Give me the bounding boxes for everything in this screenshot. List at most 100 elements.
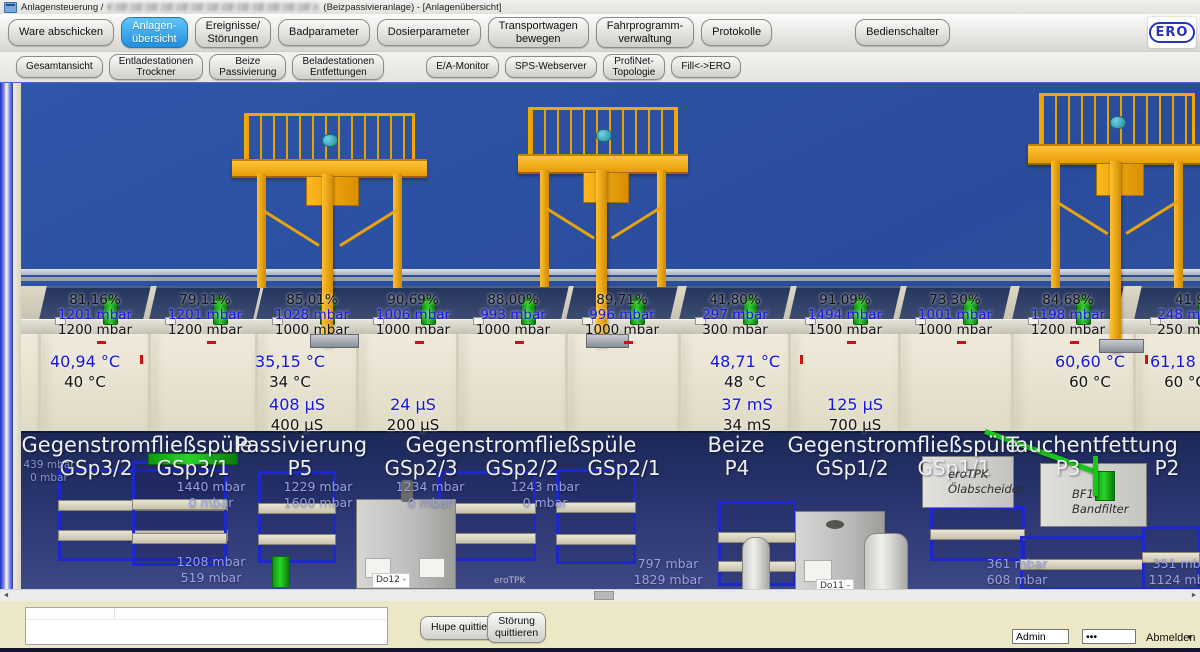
viewbar-button-sps-webserver[interactable]: SPS-Webserver: [505, 56, 597, 78]
alarm-tick: [415, 341, 424, 344]
toolbar-button-dosierparameter[interactable]: Dosierparameter: [377, 19, 481, 46]
equipment-pressure-7: 797 mbar1829 mbar: [634, 556, 703, 588]
password-field[interactable]: [1082, 629, 1136, 644]
viewbar-button-beladestationen-entfettungen[interactable]: Beladestationen Entfettungen: [292, 54, 384, 80]
station-group-title-3: Gegenstromfließspüle: [406, 433, 637, 457]
left-glow-edge: [0, 83, 13, 590]
equipment-pressure-line1: 1234 mbar: [396, 479, 465, 495]
transport-crane-2: [518, 107, 688, 287]
equipment-label-1: Do12 -: [372, 573, 410, 588]
alarm-tick: [957, 341, 966, 344]
scrollbar-right-arrow-icon[interactable]: ►: [1188, 590, 1200, 601]
crane-brace: [339, 209, 397, 247]
equipment-pressure-8: 361 mbar608 mbar: [987, 556, 1048, 588]
fill-percent: 41,9: [1130, 293, 1200, 308]
logout-dropdown-icon[interactable]: ▼: [1186, 633, 1194, 642]
toolbar-button-transportwagen-bewegen[interactable]: Transportwagen bewegen: [488, 17, 589, 48]
viewbar-button-gesamtansicht[interactable]: Gesamtansicht: [16, 56, 103, 78]
equipment-pressure-3: 1229 mbar1600 mbar: [284, 479, 353, 511]
fill-percent: 91,09%: [785, 293, 905, 308]
crane-leg: [540, 170, 549, 287]
toolbar-button-anlagen-uebersicht[interactable]: Anlagen- übersicht: [121, 17, 188, 48]
equipment-pressure-4: 1234 mbar0 mbar: [396, 479, 465, 511]
station-label-p5: P5: [288, 456, 313, 480]
pressure-setpoint: 1200 mbar: [35, 323, 155, 338]
main-toolbar: Ware abschicken Anlagen- übersichtEreigni…: [0, 14, 1200, 52]
viewbar-button-beize-passivierung[interactable]: Beize Passivierung: [209, 54, 286, 80]
viewbar-button-ea-monitor[interactable]: E/A-Monitor: [426, 56, 499, 78]
equipment-pressure-line2: 1124 mbar: [1149, 572, 1200, 588]
pressure-actual: 993 mbar: [453, 308, 573, 323]
reading-setpoint: 700 µS: [790, 417, 920, 434]
window-title-suffix: (Beizpassivieranlage) - [Anlagenübersich…: [323, 2, 501, 13]
plant-3d-view[interactable]: 81,16%1201 mbar1200 mbar79,11%1201 mbar1…: [0, 82, 1200, 590]
toolbar-button-badparameter[interactable]: Badparameter: [278, 19, 370, 46]
crane-leg: [1174, 161, 1183, 288]
crane-brace: [544, 206, 595, 239]
pressure-setpoint: 250 mbar: [1130, 323, 1200, 338]
username-field[interactable]: [1012, 629, 1069, 644]
station-group-title-6: Tauchentfettung: [1006, 433, 1178, 457]
fill-percent: 81,16%: [35, 293, 155, 308]
station-label-p4: P4: [725, 456, 750, 480]
bath-reading-9: 61,18 °C60 °C: [1120, 353, 1200, 391]
redacted-plant-name: [107, 3, 319, 11]
crane-leg: [257, 174, 266, 288]
reading-actual: 125 µS: [790, 396, 920, 414]
toolbar-button-bedienschalter[interactable]: Bedienschalter: [855, 19, 950, 46]
equipment-pressure-line1: 1243 mbar: [511, 479, 580, 495]
fill-percent: 41,80%: [675, 293, 795, 308]
equipment-pressure-line1: 439 mbar: [23, 459, 74, 472]
alarm-tick: [847, 341, 856, 344]
pressure-actual: 1494 mbar: [785, 308, 905, 323]
station-group-title-4: Beize: [707, 433, 764, 457]
title-bar: Anlagensteuerung / (Beizpassivieranlage)…: [0, 0, 1200, 14]
equipment-label-3: eroTPK Ölabscheider: [948, 467, 1024, 497]
toolbar-button-fahrprogramm-verwaltung[interactable]: Fahrprogramm- verwaltung: [596, 17, 694, 48]
tank-gauge-8: 91,09%1494 mbar1500 mbar: [785, 293, 905, 338]
pressure-setpoint: 1200 mbar: [145, 323, 265, 338]
acknowledge-fault-button[interactable]: Störung quittieren: [487, 612, 546, 643]
pressure-actual: 1201 mbar: [145, 308, 265, 323]
rack-shelf: [556, 534, 636, 545]
reading-actual: 35,15 °C: [225, 353, 355, 371]
toolbar-button-protokolle[interactable]: Protokolle: [701, 19, 772, 46]
ero-logo: ERO: [1148, 17, 1196, 48]
tank-divider: [565, 334, 568, 431]
tank-gauge-5: 88,00%993 mbar1000 mbar: [453, 293, 573, 338]
crane-brace: [262, 209, 320, 247]
alarm-list[interactable]: [25, 607, 388, 645]
fill-percent: 79,11%: [145, 293, 265, 308]
equipment-pressure-2: 1440 mbar0 mbar: [177, 479, 246, 511]
pressure-setpoint: 1500 mbar: [785, 323, 905, 338]
pressure-setpoint: 1000 mbar: [562, 323, 682, 338]
alarm-tick: [515, 341, 524, 344]
equipment-pressure-line2: 1829 mbar: [634, 572, 703, 588]
scene-horizontal-scrollbar[interactable]: ◄ ►: [0, 589, 1200, 601]
status-bar: Hupe quittieren Störung quittieren Abmel…: [0, 601, 1200, 648]
toolbar-button-ware-abschicken[interactable]: Ware abschicken: [8, 19, 114, 46]
equipment-pressure-line1: 797 mbar: [634, 556, 703, 572]
station-label-gsp12: GSp1/2: [815, 456, 888, 480]
pressure-actual: 996 mbar: [562, 308, 682, 323]
pressure-actual: 1198 mbar: [1008, 308, 1128, 323]
bath-reading-2: 35,15 °C34 °C: [225, 353, 355, 391]
viewbar-buttons: GesamtansichtEntladestationen TrocknerBe…: [16, 54, 741, 80]
equipment-label-4: BF1 Bandfilter: [1072, 487, 1128, 517]
scrollbar-thumb[interactable]: [594, 591, 614, 600]
equipment-pressure-line2: 0 mbar: [23, 472, 74, 485]
viewbar-button-profinet-topologie[interactable]: ProfiNet- Topologie: [603, 54, 666, 80]
equipment-pressure-line2: 0 mbar: [177, 495, 246, 511]
viewbar-button-entladestationen-trockner[interactable]: Entladestationen Trockner: [109, 54, 204, 80]
scrollbar-left-arrow-icon[interactable]: ◄: [0, 590, 12, 601]
station-label-gsp21: GSp2/1: [587, 456, 660, 480]
crane-brace: [1056, 200, 1109, 235]
alarm-tick: [1070, 341, 1079, 344]
crane-trolley: [1099, 339, 1144, 353]
rack-shelf: [930, 529, 1025, 540]
machine-opening: [826, 520, 844, 529]
viewbar-button-fill-ero[interactable]: Fill<->ERO: [671, 56, 740, 78]
alarm-tick: [207, 341, 216, 344]
toolbar-button-ereignisse-stoerungen[interactable]: Ereignisse/ Störungen: [195, 17, 271, 48]
reading-setpoint: 200 µS: [348, 417, 478, 434]
